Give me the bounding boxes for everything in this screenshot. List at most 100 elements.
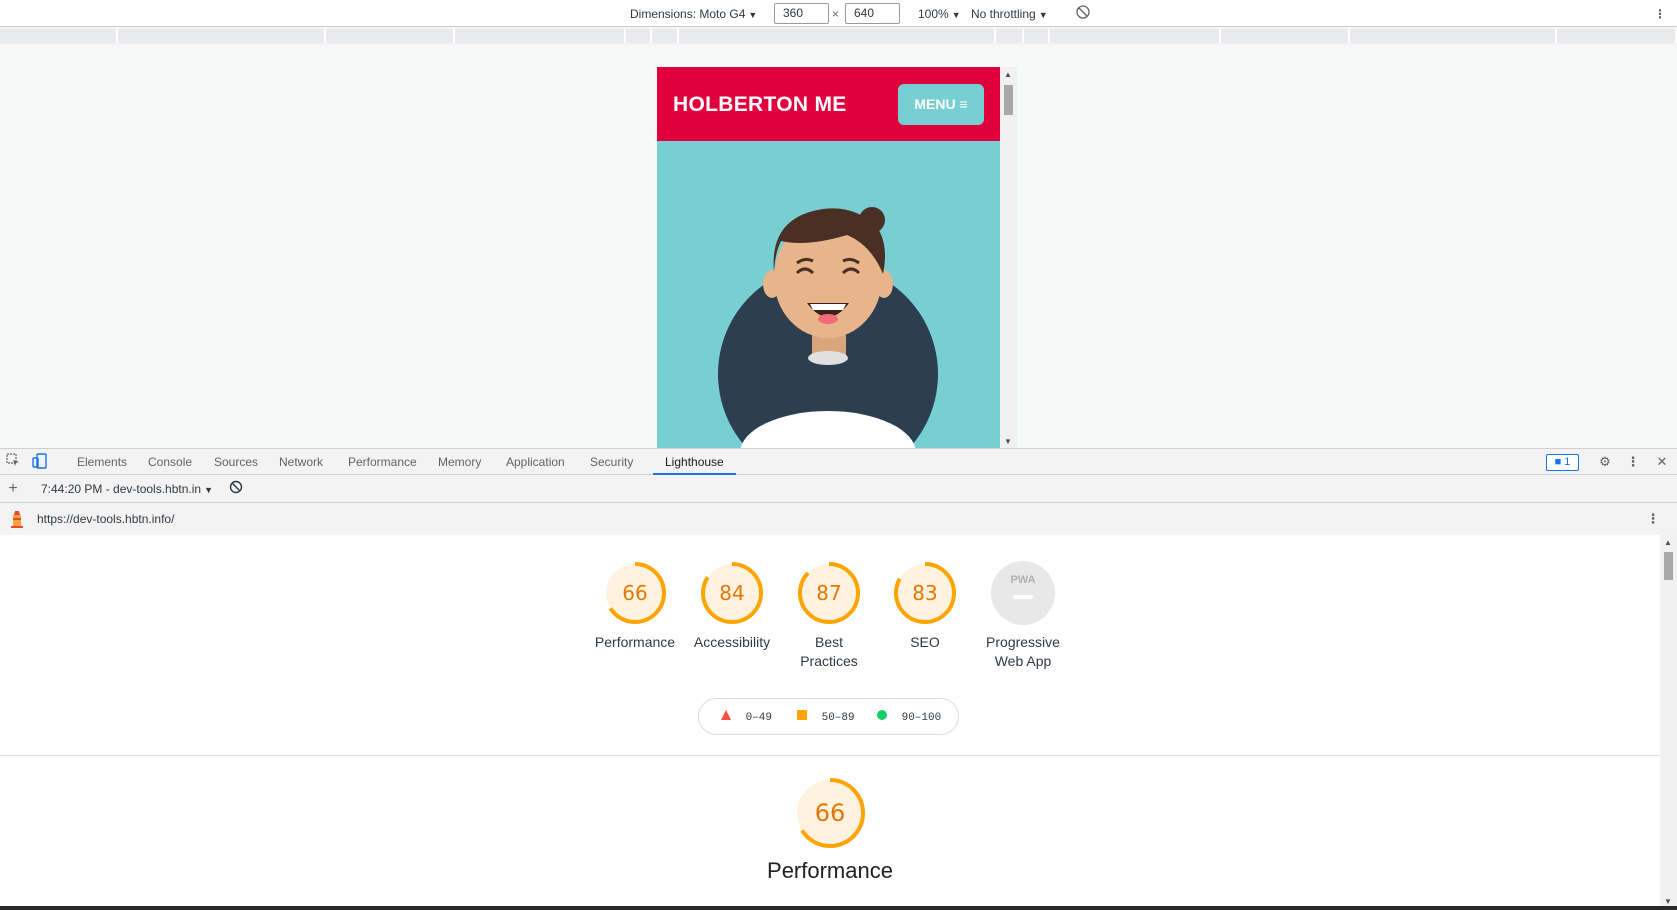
score-legend: 0–49 50–89 90–100	[698, 698, 959, 735]
triangle-icon	[721, 710, 731, 720]
tab-elements[interactable]: Elements	[77, 449, 127, 475]
gauge-score: 66	[622, 581, 648, 605]
zoom-label: 100%	[918, 7, 949, 21]
gauge-pwa[interactable]: PWA Progressive Web App	[980, 561, 1066, 671]
chevron-down-icon: ▼	[748, 10, 758, 20]
media-query-segment[interactable]	[455, 29, 626, 43]
report-url-bar: https://dev-tools.hbtn.info/ ⋮	[0, 503, 1677, 535]
chevron-down-icon: ▼	[204, 485, 214, 495]
message-icon: ■	[1554, 456, 1562, 468]
throttling-label: No throttling	[971, 7, 1036, 21]
tab-network[interactable]: Network	[279, 449, 323, 475]
lighthouse-toolbar: + 7:44:20 PM - dev-tools.hbtn.in ▼	[0, 475, 1677, 503]
gauge-score: 87	[816, 581, 842, 605]
tab-application[interactable]: Application	[506, 449, 565, 475]
site-header: HOLBERTON ME MENU ≡	[657, 67, 1000, 141]
tab-sources[interactable]: Sources	[214, 449, 258, 475]
rotate-icon[interactable]	[1075, 4, 1091, 22]
device-frame: HOLBERTON ME MENU ≡ ▲ ▼	[657, 67, 1017, 448]
issues-badge[interactable]: ■ 1	[1546, 454, 1579, 471]
more-vert-icon[interactable]: ⋮	[1654, 5, 1666, 23]
device-toolbar: Dimensions: Moto G4 ▼ 360 × 640 100% ▼ No …	[0, 0, 1677, 27]
media-query-segment[interactable]	[0, 29, 118, 43]
report-selector[interactable]: 7:44:20 PM - dev-tools.hbtn.in ▼	[41, 476, 213, 502]
gauge-score: 84	[719, 581, 745, 605]
site-title[interactable]: HOLBERTON ME	[673, 93, 847, 117]
gauge-accessibility[interactable]: 84 Accessibility	[689, 561, 775, 652]
gauge-label: Best Practices	[800, 634, 858, 669]
scrollbar-thumb[interactable]	[1004, 85, 1013, 115]
chevron-down-icon: ▼	[1038, 10, 1048, 20]
device-toggle-icon[interactable]	[31, 453, 49, 471]
scroll-up-icon[interactable]: ▲	[1664, 538, 1672, 547]
circle-icon	[877, 710, 887, 720]
taskbar-edge	[0, 906, 1677, 910]
zoom-selector[interactable]: 100% ▼	[918, 5, 961, 23]
width-input[interactable]: 360	[774, 3, 829, 24]
tab-performance[interactable]: Performance	[348, 449, 417, 475]
avatar	[718, 207, 938, 448]
media-query-segment[interactable]	[996, 29, 1024, 43]
media-query-segment[interactable]	[1024, 29, 1050, 43]
lighthouse-icon	[8, 510, 26, 528]
media-query-segment[interactable]	[1221, 29, 1350, 43]
media-query-segment[interactable]	[626, 29, 652, 43]
legend-item-pass: 90–100	[877, 710, 941, 724]
throttling-selector[interactable]: No throttling ▼	[971, 5, 1048, 23]
pwa-badge-text: PWA	[1010, 574, 1036, 586]
media-query-segment[interactable]	[118, 29, 326, 43]
times-sign: ×	[832, 7, 840, 21]
inspect-element-icon[interactable]	[4, 453, 22, 471]
chevron-down-icon: ▼	[951, 10, 961, 20]
gauge-best-practices[interactable]: 87 Best Practices	[786, 561, 872, 671]
gear-icon[interactable]: ⚙	[1596, 453, 1614, 471]
close-icon[interactable]: ✕	[1653, 453, 1671, 471]
legend-item-fail: 0–49	[721, 710, 772, 724]
height-input[interactable]: 640	[845, 3, 900, 24]
issues-count: 1	[1564, 456, 1571, 468]
media-query-segment[interactable]	[1350, 29, 1557, 43]
tab-security[interactable]: Security	[590, 449, 633, 475]
gauge-label: Performance	[594, 634, 676, 650]
gauge-label: Accessibility	[693, 634, 771, 650]
gauge-performance[interactable]: 66 Performance	[592, 561, 678, 652]
performance-section-title: Performance	[767, 858, 893, 883]
menu-button[interactable]: MENU ≡	[898, 84, 984, 125]
media-query-segment[interactable]	[679, 29, 996, 43]
plus-icon[interactable]: +	[4, 480, 22, 498]
scrollbar-thumb[interactable]	[1664, 552, 1673, 580]
device-scrollbar[interactable]: ▲ ▼	[1000, 67, 1017, 448]
legend-item-average: 50–89	[797, 710, 855, 724]
scroll-down-icon[interactable]: ▼	[1664, 897, 1672, 906]
report-selector-label: 7:44:20 PM - dev-tools.hbtn.in	[41, 482, 202, 496]
more-vert-icon[interactable]: ⋮	[1624, 453, 1642, 471]
report-scrollbar[interactable]: ▲ ▼	[1660, 535, 1677, 910]
tab-console[interactable]: Console	[148, 449, 192, 475]
block-icon[interactable]	[227, 480, 245, 498]
media-query-segment[interactable]	[1557, 29, 1677, 43]
devtools-tab-bar: Elements Console Sources Network Perform…	[0, 448, 1677, 475]
performance-gauge[interactable]: 66	[793, 776, 867, 850]
scroll-down-icon[interactable]: ▼	[1004, 437, 1012, 446]
gauge-label: Progressive Web App	[986, 634, 1060, 669]
scroll-up-icon[interactable]: ▲	[1004, 70, 1012, 79]
tab-memory[interactable]: Memory	[438, 449, 481, 475]
gauge-score: 66	[814, 799, 846, 827]
square-icon	[797, 710, 807, 720]
report-url[interactable]: https://dev-tools.hbtn.info/	[37, 506, 174, 532]
media-query-segment[interactable]	[1050, 29, 1221, 43]
more-vert-icon[interactable]: ⋮	[1644, 510, 1662, 528]
device-viewport-area: HOLBERTON ME MENU ≡ ▲ ▼	[0, 45, 1677, 448]
report-divider	[0, 755, 1660, 756]
media-query-segment[interactable]	[326, 29, 455, 43]
gauge-score: 83	[912, 581, 938, 605]
hero-section	[657, 141, 1000, 448]
media-query-segment[interactable]	[652, 29, 679, 43]
device-selector[interactable]: Dimensions: Moto G4 ▼	[630, 5, 757, 23]
lighthouse-report: 66 Performance 84 Accessibility 87 Best P…	[0, 535, 1660, 910]
device-selector-label: Dimensions: Moto G4	[630, 7, 746, 21]
pwa-badge-icon	[991, 561, 1055, 625]
tab-lighthouse[interactable]: Lighthouse	[653, 449, 736, 475]
gauge-seo[interactable]: 83 SEO	[882, 561, 968, 652]
gauge-label: SEO	[910, 634, 940, 650]
